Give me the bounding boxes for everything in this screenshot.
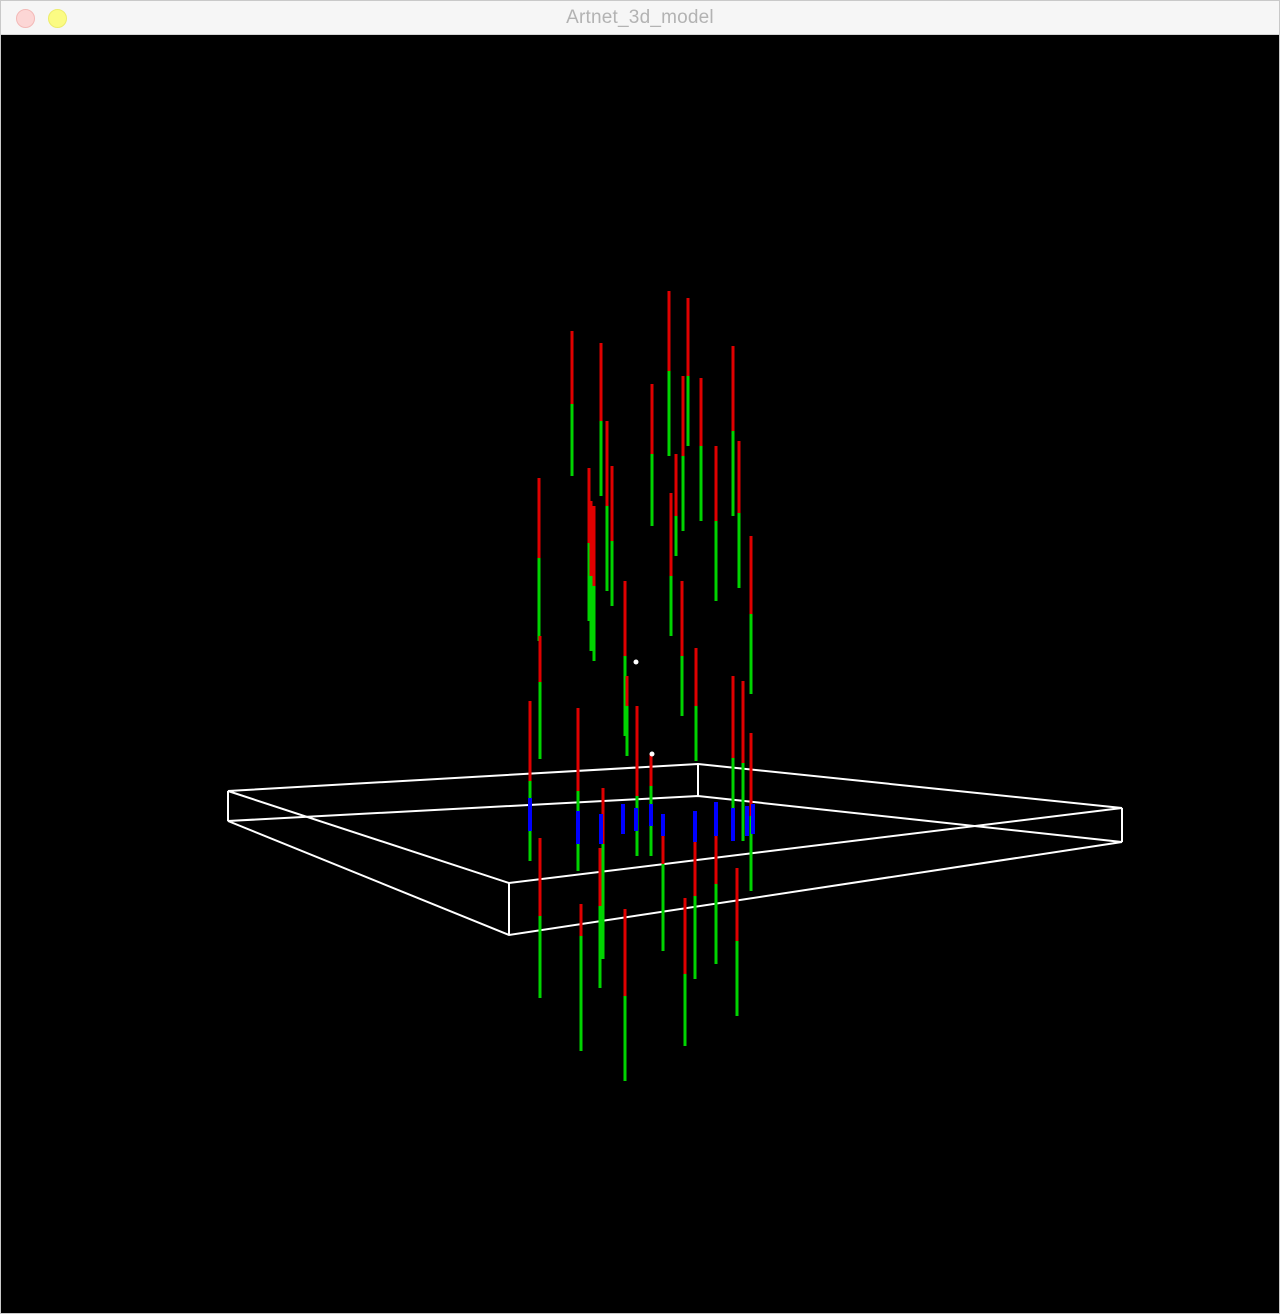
- 3d-scene: [227, 291, 1123, 1081]
- platform-wireframe: [227, 762, 1123, 937]
- 3d-viewport[interactable]: [3, 36, 1279, 1313]
- light-point: [649, 751, 655, 757]
- window-title: Artnet_3d_model: [566, 7, 714, 28]
- platform-top: [227, 762, 1123, 885]
- app-window: Artnet_3d_model: [0, 0, 1280, 1314]
- platform-bottom: [227, 794, 1123, 937]
- light-bars: [528, 291, 755, 1081]
- light-point: [633, 659, 639, 665]
- title-bar[interactable]: Artnet_3d_model: [1, 1, 1279, 35]
